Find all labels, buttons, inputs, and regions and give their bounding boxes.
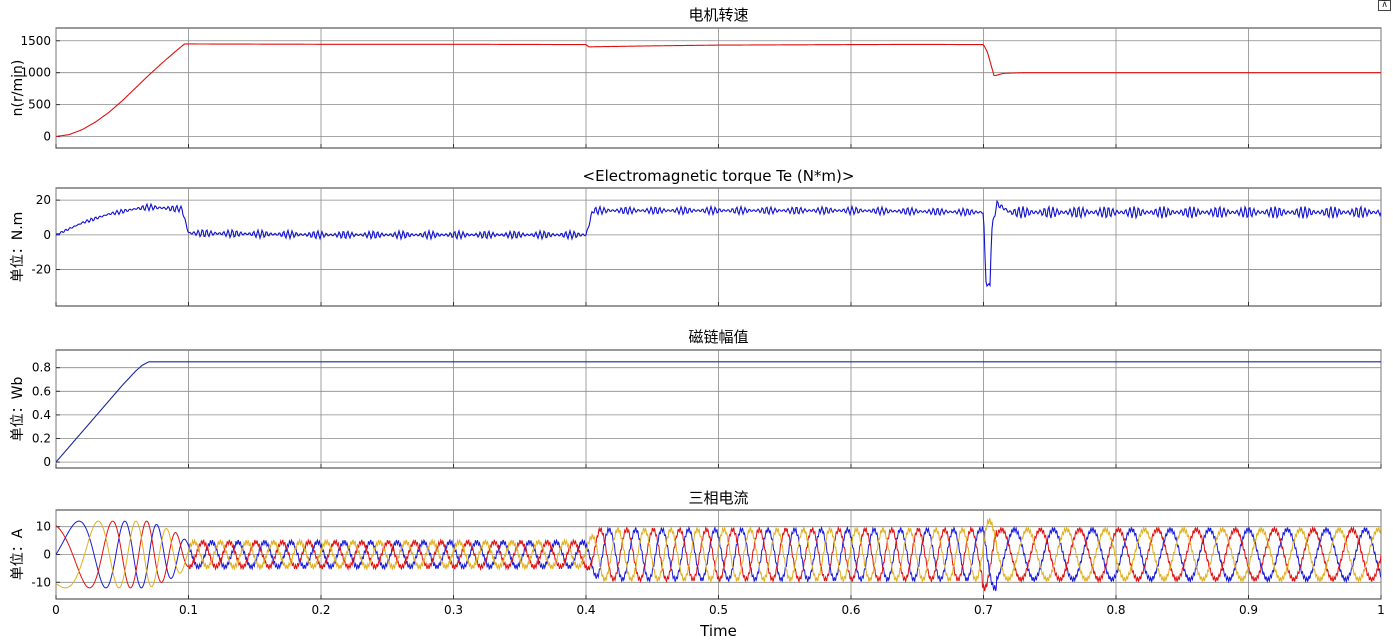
chart-panel-1: 050010001500电机转速n(r/min) (10, 6, 1382, 149)
x-tick-label: 1 (1377, 603, 1385, 617)
y-tick-label: 10 (36, 520, 51, 534)
y-tick-label: 0 (43, 455, 51, 469)
x-tick-label: 0.8 (1106, 603, 1125, 617)
x-tick-label: 0.7 (974, 603, 993, 617)
x-tick-label: 0.2 (311, 603, 330, 617)
y-axis-label: 单位：A (10, 528, 26, 580)
chart-title: 三相电流 (688, 489, 748, 507)
y-axis-label: n(r/min) (10, 60, 26, 117)
chart-panel-2: -20 0 20 <Electromagnetic torque Te (N*m)> 单… (10, 167, 1382, 307)
y-axis-label: 单位：N.m (10, 212, 26, 283)
x-tick-label: 0.6 (841, 603, 860, 617)
x-axis-label: Time (699, 622, 737, 640)
y-tick-label: 0.8 (32, 361, 51, 375)
y-tick-label: 1500 (20, 34, 51, 48)
x-tick-label: 0.9 (1239, 603, 1258, 617)
y-tick-label: 0.6 (32, 384, 51, 398)
chart-title: 磁链幅值 (688, 328, 748, 346)
y-axis-label: 单位：Wb (10, 377, 26, 442)
x-tick-label: 0.1 (179, 603, 198, 617)
x-tick-label: 0.5 (709, 603, 728, 617)
chart-title: <Electromagnetic torque Te (N*m)> (583, 167, 855, 185)
y-tick-label: 0 (43, 130, 51, 144)
scope-figure: 050010001500电机转速n(r/min)-20020<Electroma… (10, 6, 1385, 640)
x-tick-label: 0 (52, 603, 60, 617)
x-tick-label: 0.4 (576, 603, 595, 617)
y-tick-label: 20 (36, 193, 51, 207)
x-tick-label: 0.3 (444, 603, 463, 617)
y-tick-label: 0 (43, 228, 51, 242)
y-tick-label: 0.2 (32, 432, 51, 446)
y-tick-label: 0 (43, 548, 51, 562)
chart-panel-4: -10010三相电流单位：A0 0.1 0.2 0.3 0.4 0.5 0.6 0.7 0.8 0… (10, 489, 1385, 640)
y-tick-label: -10 (31, 575, 51, 589)
y-tick-label: 500 (28, 98, 51, 112)
chart-panel-3: 0 0.2 0.4 0.6 0.8 磁链幅值单位：Wb (10, 328, 1382, 469)
restore-icon[interactable]: ⊼ (1378, 0, 1391, 11)
chart-title: 电机转速 (688, 6, 748, 24)
y-tick-label: -20 (31, 263, 51, 277)
y-tick-label: 0.4 (32, 408, 51, 422)
